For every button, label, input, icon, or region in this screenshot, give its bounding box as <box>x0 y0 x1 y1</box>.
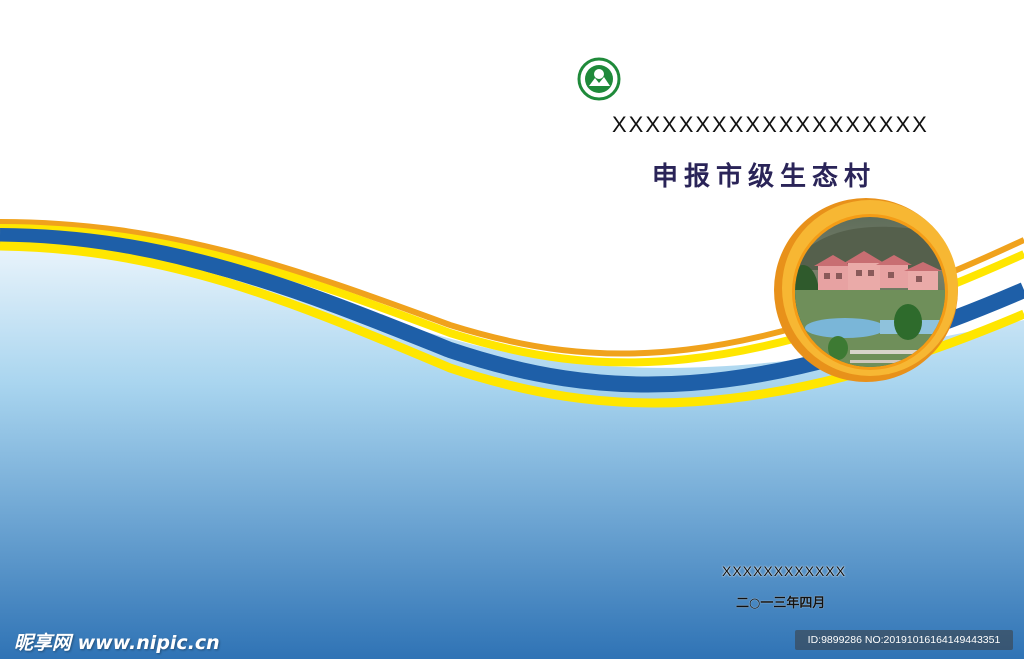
submitting-unit: XXXXXXXXXXXX <box>722 563 847 579</box>
watermark-site: 昵享网 www.nipic.cn <box>14 632 220 654</box>
cover-date: 二○一三年四月 <box>736 596 826 611</box>
environmental-protection-emblem-icon <box>577 57 621 101</box>
watermark-id: ID:9899286 NO:20191016164149443351 <box>795 630 1013 650</box>
page-title: 申报市级生态村 <box>652 162 877 192</box>
village-photo-ring <box>774 198 958 382</box>
cover-page: XXXXXXXXXXXXXXXXXXX 申报市级生态村 XXXXXXXXXXXX… <box>0 0 1024 659</box>
cover-background <box>0 0 1024 659</box>
organization-name: XXXXXXXXXXXXXXXXXXX <box>612 112 929 137</box>
